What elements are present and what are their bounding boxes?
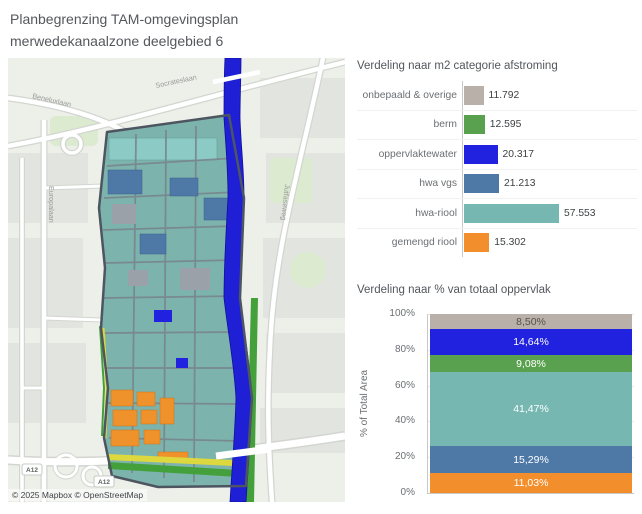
- y-tick: 60%: [394, 380, 415, 391]
- y-tick: 40%: [394, 415, 415, 426]
- stacked-bar: 8,50% 14,64% 9,08% 41,47% 15,29% 11,03%: [430, 314, 632, 493]
- y-tick: 20%: [394, 451, 415, 462]
- value-label: 57.553: [564, 207, 596, 219]
- stacked-plot-area: 8,50% 14,64% 9,08% 41,47% 15,29% 11,03%: [427, 314, 634, 494]
- category-label: onbepaald & overige: [362, 89, 457, 101]
- bar[interactable]: [464, 174, 499, 194]
- bar-row: oppervlaktewater 20.317: [357, 140, 637, 170]
- value-label: 20.317: [502, 148, 535, 160]
- value-label: 15.302: [494, 237, 526, 249]
- value-label: 12.595: [489, 119, 522, 131]
- segment-onbepaald[interactable]: 8,50%: [430, 314, 632, 330]
- page-title: Planbegrenzing TAM-omgevingsplan merwede…: [10, 8, 238, 52]
- bar-chart: Verdeling naar m2 categorie afstroming o…: [357, 60, 637, 270]
- page-title-line1: Planbegrenzing TAM-omgevingsplan: [10, 11, 239, 27]
- bar-row: berm 12.595: [357, 110, 637, 140]
- stacked-chart-title: Verdeling naar % van totaal oppervlak: [357, 284, 551, 296]
- category-label: hwa vgs: [419, 178, 457, 190]
- map-panel: Socrateslaan Beneluxlaan Europalaan Jutf…: [8, 58, 345, 502]
- bar[interactable]: [464, 85, 484, 105]
- y-axis-ticks: 100% 80% 60% 40% 20% 0%: [377, 309, 421, 498]
- a12-badge: A12: [93, 475, 115, 488]
- category-label: hwa-riool: [415, 207, 457, 219]
- map-canvas[interactable]: Socrateslaan Beneluxlaan Europalaan Jutf…: [8, 58, 345, 502]
- segment-oppervlaktewater[interactable]: 14,64%: [430, 329, 632, 356]
- map-attribution[interactable]: © 2025 Mapbox © OpenStreetMap: [8, 489, 148, 501]
- road-label-europalaan: Europalaan: [47, 186, 56, 223]
- segment-hwa-riool[interactable]: 41,47%: [430, 371, 632, 446]
- y-tick: 100%: [389, 308, 415, 319]
- y-tick: 0%: [400, 487, 415, 498]
- bar[interactable]: [464, 233, 490, 253]
- a12-badge-label: A12: [26, 467, 38, 474]
- y-axis-label: % of Total Area: [359, 369, 370, 438]
- page-title-line2: merwedekanaalzone deelgebied 6: [10, 33, 224, 49]
- segment-hwa-vgs[interactable]: 15,29%: [430, 445, 632, 474]
- bar-row: hwa vgs 21.213: [357, 169, 637, 199]
- value-label: 11.792: [488, 89, 520, 101]
- a12-badge-label: A12: [98, 479, 110, 486]
- segment-berm[interactable]: 9,08%: [430, 355, 632, 372]
- stacked-chart: Verdeling naar % van totaal oppervlak % …: [357, 284, 637, 508]
- bar-chart-title: Verdeling naar m2 categorie afstroming: [357, 60, 558, 72]
- y-tick: 80%: [394, 344, 415, 355]
- value-label: 21.213: [504, 178, 536, 190]
- plan-top-band: [108, 137, 218, 161]
- category-label: oppervlaktewater: [378, 148, 457, 160]
- bar[interactable]: [464, 144, 498, 164]
- a12-badge: A12: [21, 463, 43, 476]
- dashboard: Planbegrenzing TAM-omgevingsplan merwede…: [0, 0, 642, 514]
- bar-row: gemengd riool 15.302: [357, 228, 637, 257]
- category-label: gemengd riool: [391, 237, 457, 249]
- category-label: berm: [433, 119, 457, 131]
- bar[interactable]: [464, 115, 485, 135]
- bar-row: hwa-riool 57.553: [357, 199, 637, 229]
- bar-row: onbepaald & overige 11.792: [357, 81, 637, 111]
- bar[interactable]: [464, 203, 559, 223]
- segment-gemengd[interactable]: 11,03%: [430, 473, 632, 493]
